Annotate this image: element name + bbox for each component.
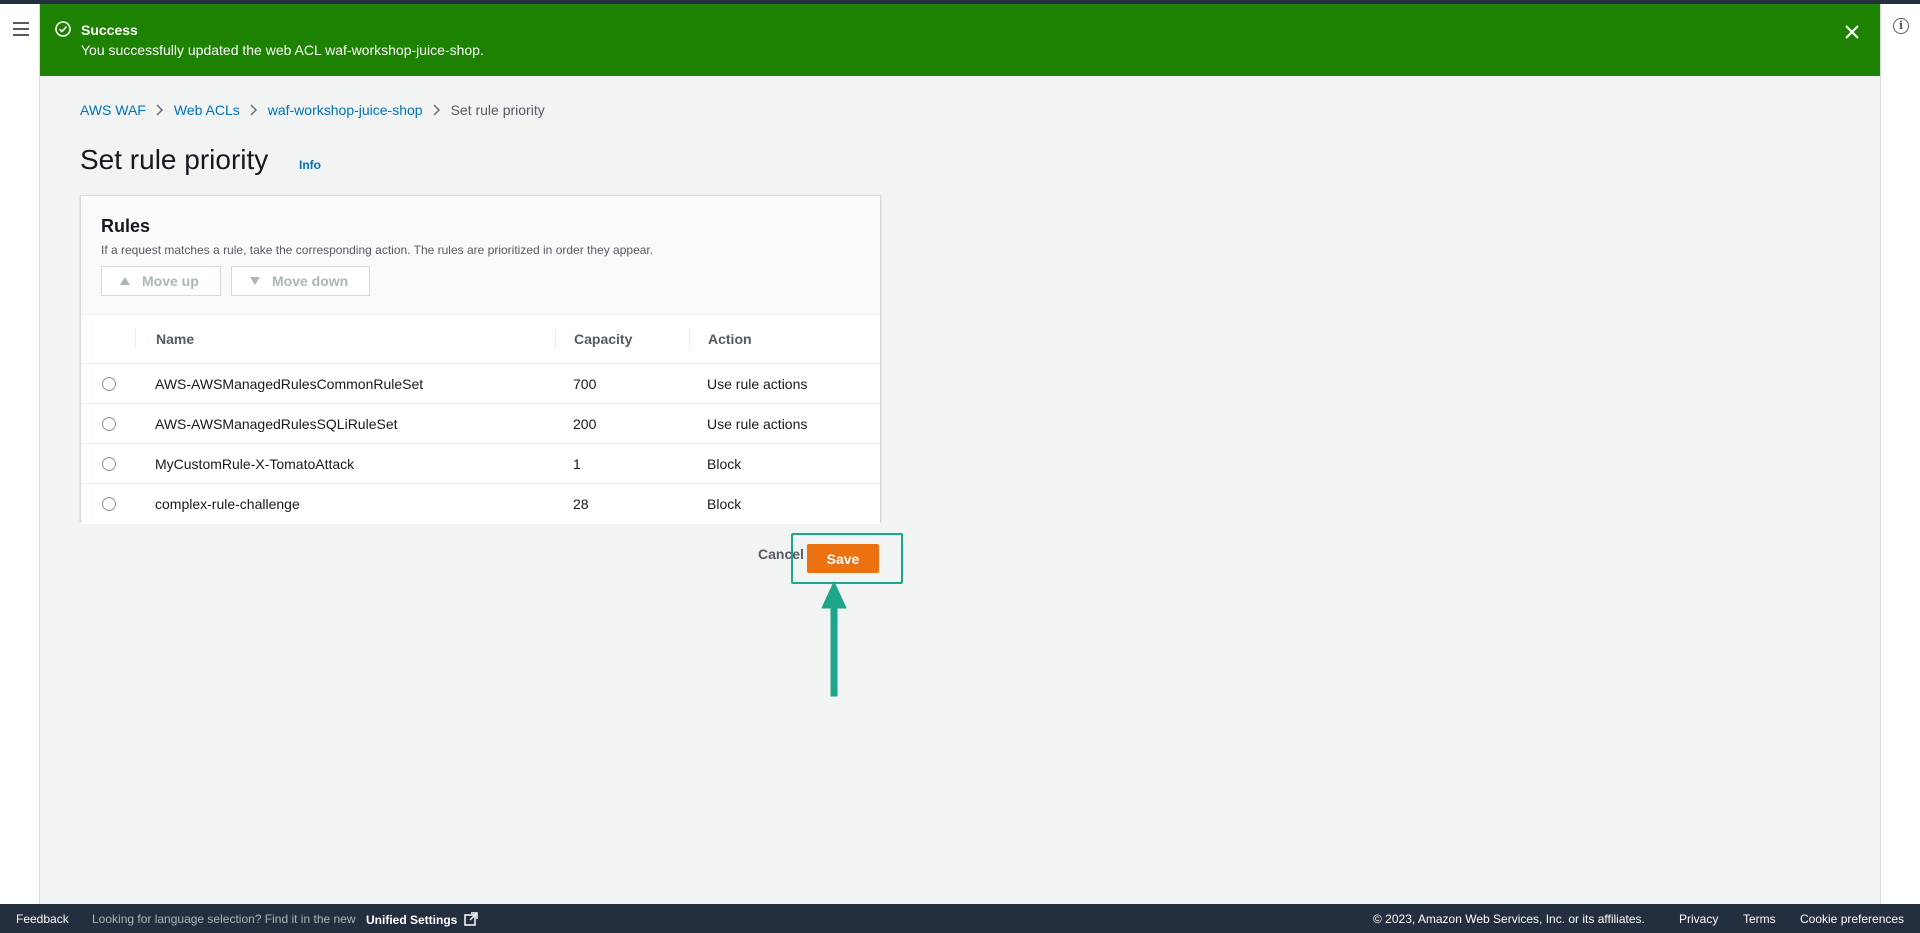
row-select-radio[interactable]	[102, 497, 116, 511]
language-note: Looking for language selection? Find it …	[92, 912, 356, 926]
flash-message: You successfully updated the web ACL waf…	[81, 42, 484, 58]
table-header: Name Capacity Action	[81, 315, 880, 364]
table-row[interactable]: complex-rule-challenge 28 Block	[81, 484, 880, 524]
table-row[interactable]: AWS-AWSManagedRulesSQLiRuleSet 200 Use r…	[81, 404, 880, 444]
right-tools-rail: i	[1880, 4, 1920, 904]
footer: Feedback Looking for language selection?…	[0, 904, 1920, 933]
column-header-capacity[interactable]: Capacity	[574, 315, 632, 363]
rule-capacity: 700	[573, 376, 597, 392]
move-down-label: Move down	[272, 273, 349, 289]
move-up-button[interactable]: Move up	[101, 266, 221, 296]
column-divider	[555, 329, 556, 349]
cookie-preferences-link[interactable]: Cookie preferences	[1800, 912, 1904, 926]
breadcrumb-web-acl-name[interactable]: waf-workshop-juice-shop	[268, 102, 423, 118]
column-divider	[135, 329, 136, 349]
rule-action: Block	[707, 456, 742, 472]
breadcrumb: AWS WAF Web ACLs waf-workshop-juice-shop…	[80, 102, 545, 118]
caret-up-icon	[120, 277, 130, 285]
rules-panel-description: If a request matches a rule, take the co…	[101, 243, 654, 257]
left-navigation-rail	[0, 4, 40, 904]
success-flash-message: Success You successfully updated the web…	[40, 4, 1880, 76]
row-select-radio[interactable]	[102, 417, 116, 431]
privacy-link[interactable]: Privacy	[1679, 912, 1718, 926]
menu-icon[interactable]	[13, 22, 29, 36]
rule-name: complex-rule-challenge	[155, 496, 300, 512]
annotation-arrow-icon	[821, 581, 847, 697]
unified-settings-link[interactable]: Unified Settings	[366, 912, 478, 927]
save-button[interactable]: Save	[807, 544, 879, 573]
success-check-icon	[55, 21, 71, 37]
move-up-label: Move up	[142, 273, 199, 289]
rule-action: Use rule actions	[707, 416, 808, 432]
chevron-right-icon	[146, 103, 174, 117]
info-link[interactable]: Info	[299, 158, 321, 172]
external-link-icon	[463, 912, 478, 926]
column-header-name[interactable]: Name	[156, 315, 194, 363]
table-row[interactable]: AWS-AWSManagedRulesCommonRuleSet 700 Use…	[81, 364, 880, 404]
row-select-radio[interactable]	[102, 377, 116, 391]
flash-title: Success	[81, 22, 138, 38]
rules-panel-title: Rules	[101, 216, 151, 236]
caret-down-icon	[250, 277, 260, 285]
rule-capacity: 28	[573, 496, 589, 512]
page-title: Set rule priority	[80, 144, 269, 175]
row-select-radio[interactable]	[102, 457, 116, 471]
rule-name: AWS-AWSManagedRulesCommonRuleSet	[155, 376, 424, 392]
chevron-right-icon	[423, 103, 451, 117]
unified-settings-label: Unified Settings	[366, 913, 458, 927]
chevron-right-icon	[240, 103, 268, 117]
rule-name: AWS-AWSManagedRulesSQLiRuleSet	[155, 416, 398, 432]
close-icon[interactable]	[1844, 24, 1860, 40]
rule-capacity: 200	[573, 416, 597, 432]
breadcrumb-aws-waf[interactable]: AWS WAF	[80, 102, 146, 118]
rules-panel: Rules If a request matches a rule, take …	[80, 195, 881, 524]
main-content: Success You successfully updated the web…	[40, 4, 1880, 904]
rules-panel-header: Rules If a request matches a rule, take …	[81, 196, 880, 315]
rule-capacity: 1	[573, 456, 581, 472]
rule-name: MyCustomRule-X-TomatoAttack	[155, 456, 355, 472]
column-header-action[interactable]: Action	[708, 315, 752, 363]
feedback-link[interactable]: Feedback	[16, 912, 69, 926]
breadcrumb-web-acls[interactable]: Web ACLs	[174, 102, 240, 118]
terms-link[interactable]: Terms	[1743, 912, 1776, 926]
rule-action: Use rule actions	[707, 376, 808, 392]
info-icon[interactable]: i	[1893, 18, 1909, 34]
rule-action: Block	[707, 496, 742, 512]
breadcrumb-current: Set rule priority	[450, 102, 545, 118]
column-divider	[689, 329, 690, 349]
table-row[interactable]: MyCustomRule-X-TomatoAttack 1 Block	[81, 444, 880, 484]
copyright-text: © 2023, Amazon Web Services, Inc. or its…	[1373, 912, 1645, 926]
move-down-button[interactable]: Move down	[231, 266, 370, 296]
